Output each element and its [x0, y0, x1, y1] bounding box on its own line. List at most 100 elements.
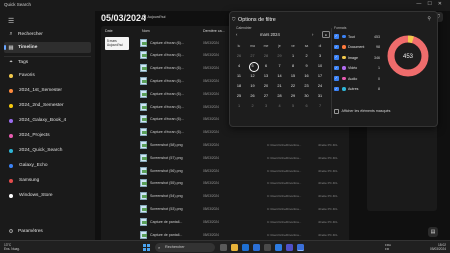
- calendar-day[interactable]: 18: [233, 82, 245, 90]
- format-filter-item[interactable]: ✓ Tout 453: [334, 32, 380, 41]
- table-row[interactable]: Capture de pantall... 05/03/2024 C:\Users\…: [138, 229, 348, 240]
- menu-icon[interactable]: ☰: [8, 17, 14, 25]
- teams-icon[interactable]: [286, 244, 293, 251]
- calendar-day[interactable]: 29: [274, 52, 286, 60]
- calendar-day[interactable]: 8: [287, 62, 299, 70]
- column-header-name[interactable]: Nom: [142, 29, 150, 33]
- calendar-day[interactable]: 27: [260, 92, 272, 100]
- table-row[interactable]: Screenshot (54).png 05/03/2024 C:\Users\\O…: [138, 191, 348, 202]
- edge-icon[interactable]: [242, 244, 249, 251]
- calendar-day[interactable]: 2: [247, 102, 259, 110]
- table-row[interactable]: Screenshot (53).png 05/03/2024 C:\Users\\O…: [138, 203, 348, 214]
- close-button[interactable]: ✕: [438, 1, 448, 7]
- calendar-day[interactable]: 3: [260, 102, 272, 110]
- show-hidden-checkbox[interactable]: Afficher les éléments masqués: [334, 109, 390, 114]
- calendar-day[interactable]: 28: [260, 52, 272, 60]
- calendar-day[interactable]: 6: [260, 62, 272, 70]
- calendar-day[interactable]: 1: [233, 102, 245, 110]
- calendar-day[interactable]: 13: [260, 72, 272, 80]
- table-row[interactable]: Screenshot (57).png 05/03/2024 C:\Users\\O…: [138, 152, 348, 163]
- calendar-day[interactable]: 5: [247, 61, 259, 72]
- sidebar-item-timeline[interactable]: ▦ Timeline: [4, 42, 91, 53]
- calendar-month[interactable]: mars 2024: [260, 32, 280, 37]
- calendar-day[interactable]: 9: [301, 62, 313, 70]
- pin-icon[interactable]: ⚲: [427, 16, 431, 22]
- calendar-day[interactable]: 26: [233, 52, 245, 60]
- calendar-day[interactable]: 17: [314, 72, 326, 80]
- calendar-day[interactable]: 28: [274, 92, 286, 100]
- calendar-day[interactable]: 5: [287, 102, 299, 110]
- calendar-day[interactable]: 29: [287, 92, 299, 100]
- calendar-day[interactable]: 22: [287, 82, 299, 90]
- format-filter-item[interactable]: ✓ Image 346: [334, 53, 380, 62]
- calendar-day[interactable]: 25: [233, 92, 245, 100]
- maximize-button[interactable]: ☐: [427, 1, 437, 7]
- format-filter-item[interactable]: ✓ Document 98: [334, 43, 380, 52]
- sidebar-tag-item[interactable]: 2024_1st_Semester: [4, 85, 91, 96]
- app-icon[interactable]: [264, 244, 271, 251]
- calendar-day[interactable]: 10: [314, 62, 326, 70]
- minimize-button[interactable]: —: [416, 1, 427, 7]
- calendar-day[interactable]: 31: [314, 92, 326, 100]
- sidebar-tag-item[interactable]: Samsung: [4, 175, 91, 186]
- calendar-day[interactable]: 26: [247, 92, 259, 100]
- sidebar-tag-item[interactable]: Windows_Store: [4, 190, 91, 201]
- calendar-day[interactable]: 30: [301, 92, 313, 100]
- weather-widget[interactable]: 13°C Ens. Nuag.: [4, 243, 20, 251]
- calendar-day[interactable]: 20: [260, 82, 272, 90]
- calendar-day[interactable]: 3: [314, 52, 326, 60]
- calendar-today-button[interactable]: ●: [322, 31, 330, 38]
- mail-icon[interactable]: [275, 244, 282, 251]
- calendar-day[interactable]: 19: [247, 82, 259, 90]
- task-view-icon[interactable]: [220, 244, 227, 251]
- next-month-button[interactable]: ›: [312, 32, 313, 37]
- calendar-day[interactable]: 14: [274, 72, 286, 80]
- table-row[interactable]: Screenshot (55).png 05/03/2024 C:\Users\\O…: [138, 178, 348, 189]
- calendar-day[interactable]: 27: [247, 52, 259, 60]
- calendar-day[interactable]: 2: [301, 52, 313, 60]
- store-icon[interactable]: [253, 244, 260, 251]
- calendar-day[interactable]: 7: [274, 62, 286, 70]
- sidebar-tag-item[interactable]: 2024_Galaxy_Book_4: [4, 115, 91, 126]
- file-explorer-icon[interactable]: [231, 244, 238, 251]
- calendar-day[interactable]: 1: [287, 52, 299, 60]
- sidebar-tag-item[interactable]: 2024_Quick_Search: [4, 145, 91, 156]
- sidebar-item-search[interactable]: ⌕ Rechercher: [4, 29, 91, 40]
- sidebar-tag-item[interactable]: Favoris: [4, 70, 91, 81]
- format-filter-item[interactable]: ✓ Audio 0: [334, 74, 380, 83]
- calendar-day[interactable]: 4: [233, 62, 245, 70]
- window-controls[interactable]: —☐✕: [416, 1, 448, 7]
- sidebar-tags-header[interactable]: ⌖ Tags: [4, 57, 91, 68]
- calendar-day[interactable]: 11: [233, 72, 245, 80]
- format-filter-item[interactable]: ✓ Autres 8: [334, 85, 380, 94]
- calendar-day[interactable]: 12: [247, 72, 259, 80]
- calendar-day[interactable]: 24: [314, 82, 326, 90]
- table-row[interactable]: Capture d'écran (6)... 05/03/2024: [138, 127, 348, 138]
- prev-month-button[interactable]: ‹: [236, 32, 237, 37]
- table-row[interactable]: Capture de pantall... 05/03/2024 C:\Users\…: [138, 216, 348, 227]
- sidebar-tag-item[interactable]: 2024_Projects: [4, 130, 91, 141]
- clock[interactable]: 18:02 05/03/2024: [430, 243, 446, 251]
- view-toggle-button[interactable]: ▤: [428, 227, 438, 237]
- taskbar-search[interactable]: ⌕ Rechercher: [155, 243, 215, 252]
- calendar-day[interactable]: 4: [274, 102, 286, 110]
- today-button[interactable]: Aujourd'hui: [142, 15, 165, 19]
- sidebar-tag-item[interactable]: Galaxy_Echo: [4, 160, 91, 171]
- quick-search-app-icon[interactable]: [297, 244, 304, 251]
- calendar-day[interactable]: 23: [301, 82, 313, 90]
- calendar-day[interactable]: 16: [301, 72, 313, 80]
- sidebar-item-label: Timeline: [18, 45, 38, 50]
- calendar-day[interactable]: 6: [301, 102, 313, 110]
- table-row[interactable]: Screenshot (58).png 05/03/2024 C:\Users\\O…: [138, 139, 348, 150]
- format-filter-item[interactable]: ✓ Vidéo 1: [334, 64, 380, 73]
- sidebar-item-settings[interactable]: ⚙ Paramètres: [4, 226, 91, 237]
- language-indicator[interactable]: FRA FR: [385, 243, 391, 251]
- column-header-date[interactable]: Date: [105, 29, 113, 33]
- windows-start-icon[interactable]: [143, 244, 150, 251]
- column-header-modified[interactable]: Dernière ca...: [203, 29, 225, 33]
- calendar-day[interactable]: 7: [314, 102, 326, 110]
- calendar-day[interactable]: 21: [274, 82, 286, 90]
- table-row[interactable]: Screenshot (56).png 05/03/2024 C:\Users\\O…: [138, 165, 348, 176]
- calendar-day[interactable]: 15: [287, 72, 299, 80]
- sidebar-tag-item[interactable]: 2024_2nd_Semester: [4, 100, 91, 111]
